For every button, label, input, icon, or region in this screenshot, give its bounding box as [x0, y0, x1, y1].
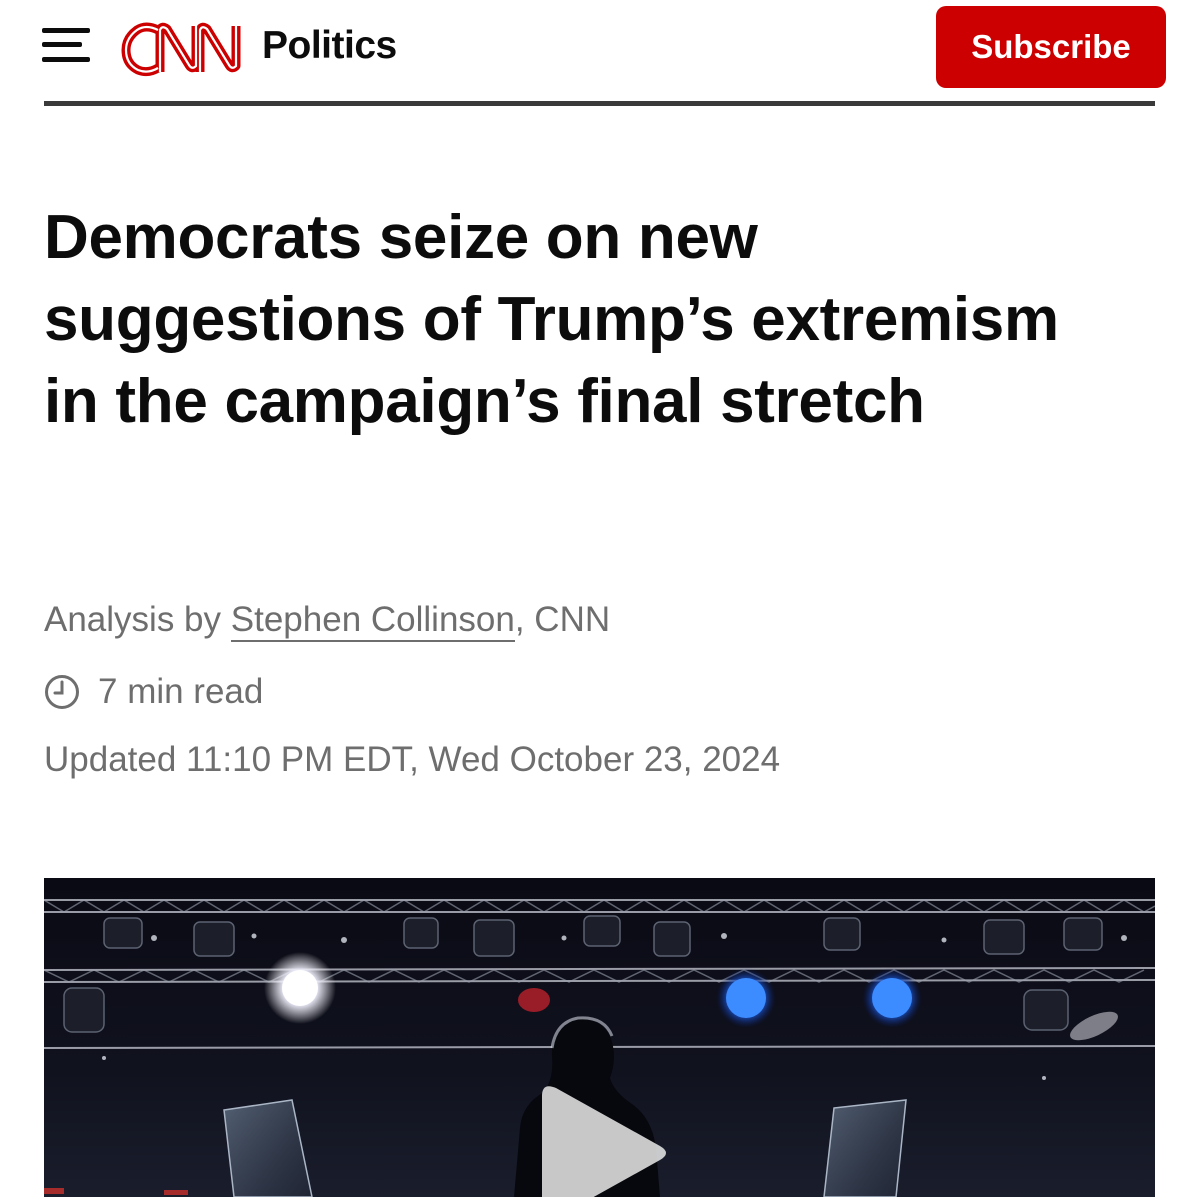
byline: Analysis by Stephen Collinson, CNN — [44, 598, 610, 642]
clock-icon — [45, 675, 79, 709]
hamburger-menu-icon[interactable] — [38, 22, 98, 70]
subscribe-button[interactable]: Subscribe — [936, 6, 1166, 88]
play-icon[interactable] — [524, 1078, 674, 1197]
cnn-logo[interactable] — [120, 18, 250, 78]
read-time-label: 7 min read — [98, 672, 264, 711]
updated-timestamp: Updated 11:10 PM EDT, Wed October 23, 20… — [44, 740, 781, 779]
byline-suffix: , CNN — [514, 600, 611, 639]
site-header: Politics Subscribe — [0, 0, 1200, 108]
section-politics-link[interactable]: Politics — [262, 22, 397, 70]
video-player[interactable] — [44, 878, 1155, 1197]
byline-prefix: Analysis by — [44, 600, 222, 639]
author-link[interactable]: Stephen Collinson — [230, 600, 515, 642]
header-divider — [44, 101, 1155, 106]
read-time: 7 min read — [44, 670, 263, 714]
article-headline: Democrats seize on new suggestions of Tr… — [44, 203, 1059, 436]
